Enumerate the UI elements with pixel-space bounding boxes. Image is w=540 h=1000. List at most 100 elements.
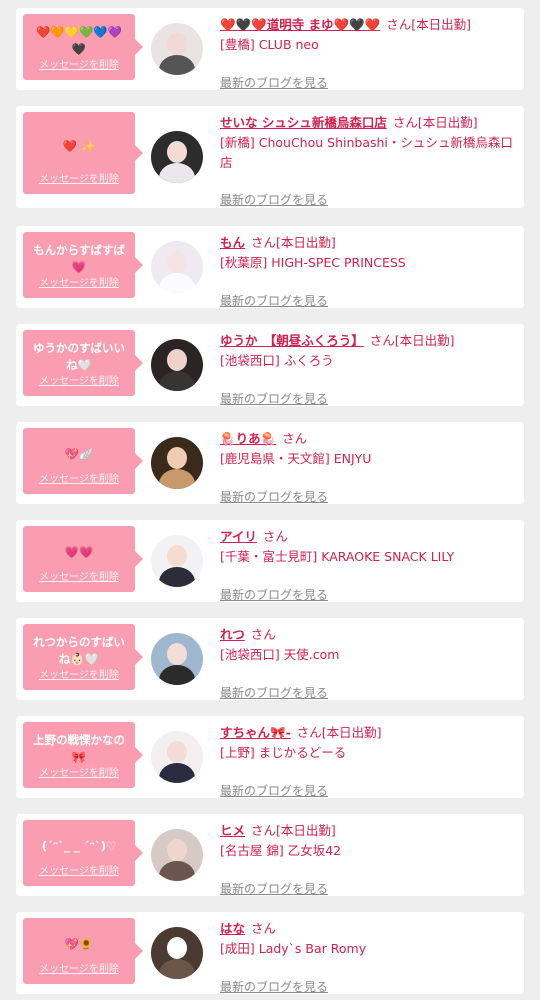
girl-name-link[interactable]: アイリ [220, 529, 257, 544]
girl-name-link[interactable]: ヒメ [220, 823, 245, 838]
message-text: もんからすばすば 💗 [33, 243, 125, 274]
status-badge: [本日出勤] [411, 17, 472, 32]
avatar[interactable] [151, 927, 203, 979]
avatar-face-icon [167, 33, 187, 55]
san-label: さん [369, 333, 395, 348]
message-text: (ˊᵔˋ_ _ ˊᵔˋ)♡ [41, 839, 117, 853]
message-bubble: れつからのすばい ね👶🏻🤍 メッセージを削除 [23, 624, 143, 690]
shop-name: [名古屋 錦] 乙女坂42 [220, 843, 342, 858]
shop-name: [池袋西口] 天使.com [220, 647, 340, 662]
avatar-body-icon [159, 163, 195, 183]
avatar[interactable] [151, 241, 203, 293]
san-label: さん [251, 823, 277, 838]
girl-name-link[interactable]: はな [220, 921, 245, 936]
message-bubble: ❤️ ✨ メッセージを削除 [23, 112, 143, 194]
message-card: 💖🪽 メッセージを削除 🪼りあ🪼 さん [鹿児島県・天文館] ENJYU 最新のブ… [16, 422, 524, 504]
entry-info: ヒメ さん[本日出勤] [名古屋 錦] 乙女坂42 最新のブログを見る [220, 821, 516, 896]
latest-blog-link[interactable]: 最新のブログを見る [220, 781, 328, 801]
avatar[interactable] [151, 131, 203, 183]
message-bubble: 上野の戦慄かなの 🎀 メッセージを削除 [23, 722, 143, 788]
san-label: さん [386, 17, 412, 32]
message-bubble: 💖🌻 メッセージを削除 [23, 918, 143, 984]
san-label: さん [392, 115, 418, 130]
girl-name-link[interactable]: 🪼りあ🪼 [220, 431, 276, 446]
delete-message-link[interactable]: メッセージを削除 [23, 277, 135, 290]
message-bubble: (ˊᵔˋ_ _ ˊᵔˋ)♡ メッセージを削除 [23, 820, 143, 886]
san-label: さん [282, 431, 308, 446]
avatar[interactable] [151, 535, 203, 587]
avatar[interactable] [151, 731, 203, 783]
name-line: アイリ さん [220, 527, 516, 547]
avatar[interactable] [151, 23, 203, 75]
entry-info: アイリ さん [千葉・富士見町] KARAOKE SNACK LILY 最新のブロ… [220, 527, 516, 602]
entry-info: せいな シュシュ新橋烏森口店 さん[本日出勤] [新橋] ChouChou Shi… [220, 113, 516, 208]
avatar-face-icon [167, 741, 187, 763]
san-label: さん [251, 921, 277, 936]
message-text: れつからのすばい ね👶🏻🤍 [33, 635, 125, 666]
delete-message-link[interactable]: メッセージを削除 [23, 571, 135, 584]
message-card: れつからのすばい ね👶🏻🤍 メッセージを削除 れつ さん [池袋西口] 天使.co… [16, 618, 524, 700]
girl-name-link[interactable]: ゆうか 【朝昼ふくろう】 [220, 333, 364, 348]
girl-name-link[interactable]: ❤️🖤❤️道明寺 まゆ❤️🖤❤️ [220, 17, 380, 32]
avatar[interactable] [151, 633, 203, 685]
avatar-face-icon [167, 643, 187, 665]
delete-message-link[interactable]: メッセージを削除 [23, 865, 135, 878]
girl-name-link[interactable]: もん [220, 235, 245, 250]
delete-message-link[interactable]: メッセージを削除 [23, 767, 135, 780]
girl-name-link[interactable]: せいな シュシュ新橋烏森口店 [220, 115, 387, 130]
message-card: 💗💗 メッセージを削除 アイリ さん [千葉・富士見町] KARAOKE SNAC… [16, 520, 524, 602]
name-line: もん さん[本日出勤] [220, 233, 516, 253]
delete-message-link[interactable]: メッセージを削除 [23, 59, 135, 72]
girl-name-link[interactable]: すちゃん🎀- [220, 725, 291, 740]
delete-message-link[interactable]: メッセージを削除 [23, 375, 135, 388]
message-card: ゆうかのすばいい ね🤍 メッセージを削除 ゆうか 【朝昼ふくろう】 さん[本日出勤… [16, 324, 524, 406]
name-line: はな さん [220, 919, 516, 939]
message-text: 💗💗 [64, 545, 94, 559]
entry-info: 🪼りあ🪼 さん [鹿児島県・天文館] ENJYU 最新のブログを見る [220, 429, 516, 504]
message-text: 💖🌻 [64, 937, 94, 951]
latest-blog-link[interactable]: 最新のブログを見る [220, 389, 328, 409]
message-card: ❤️ ✨ メッセージを削除 せいな シュシュ新橋烏森口店 さん[本日出勤] [新橋… [16, 106, 524, 208]
message-card: 💖🌻 メッセージを削除 はな さん [成田] Lady`s Bar Romy 最新… [16, 912, 524, 994]
shop-name: [千葉・富士見町] KARAOKE SNACK LILY [220, 549, 455, 564]
avatar-face-icon [167, 141, 187, 163]
entry-info: れつ さん [池袋西口] 天使.com 最新のブログを見る [220, 625, 516, 700]
latest-blog-link[interactable]: 最新のブログを見る [220, 291, 328, 311]
avatar-body-icon [159, 567, 195, 587]
delete-message-link[interactable]: メッセージを削除 [23, 173, 135, 186]
entry-info: ❤️🖤❤️道明寺 まゆ❤️🖤❤️ さん[本日出勤] [豊橋] CLUB neo 最… [220, 15, 516, 90]
latest-blog-link[interactable]: 最新のブログを見る [220, 879, 328, 899]
avatar[interactable] [151, 829, 203, 881]
avatar-face-icon [167, 349, 187, 371]
shop-name: [鹿児島県・天文館] ENJYU [220, 451, 372, 466]
latest-blog-link[interactable]: 最新のブログを見る [220, 190, 328, 210]
delete-message-link[interactable]: メッセージを削除 [23, 669, 135, 682]
avatar-face-icon [167, 447, 187, 469]
shop-name: [成田] Lady`s Bar Romy [220, 941, 367, 956]
latest-blog-link[interactable]: 最新のブログを見る [220, 487, 328, 507]
status-badge: [本日出勤] [321, 725, 382, 740]
message-bubble: ❤️🧡💛💚💙💜 🖤 メッセージを削除 [23, 14, 143, 80]
avatar-face-icon [167, 839, 187, 861]
latest-blog-link[interactable]: 最新のブログを見る [220, 977, 328, 997]
avatar-face-icon [167, 251, 187, 273]
avatar[interactable] [151, 437, 203, 489]
entry-info: もん さん[本日出勤] [秋葉原] HIGH-SPEC PRINCESS 最新のブ… [220, 233, 516, 308]
latest-blog-link[interactable]: 最新のブログを見る [220, 683, 328, 703]
status-badge: [本日出勤] [276, 235, 336, 250]
name-line: れつ さん [220, 625, 516, 645]
latest-blog-link[interactable]: 最新のブログを見る [220, 73, 328, 93]
delete-message-link[interactable]: メッセージを削除 [23, 473, 135, 486]
message-text: 💖🪽 [64, 447, 94, 461]
latest-blog-link[interactable]: 最新のブログを見る [220, 585, 328, 605]
shop-name: [池袋西口] ふくろう [220, 353, 334, 368]
girl-name-link[interactable]: れつ [220, 627, 245, 642]
avatar-face-icon [167, 545, 187, 567]
name-line: 🪼りあ🪼 さん [220, 429, 516, 449]
avatar-body-icon [159, 55, 195, 75]
san-label: さん [262, 529, 288, 544]
delete-message-link[interactable]: メッセージを削除 [23, 963, 135, 976]
shop-name: [秋葉原] HIGH-SPEC PRINCESS [220, 255, 406, 270]
avatar[interactable] [151, 339, 203, 391]
name-line: せいな シュシュ新橋烏森口店 さん[本日出勤] [220, 113, 516, 133]
